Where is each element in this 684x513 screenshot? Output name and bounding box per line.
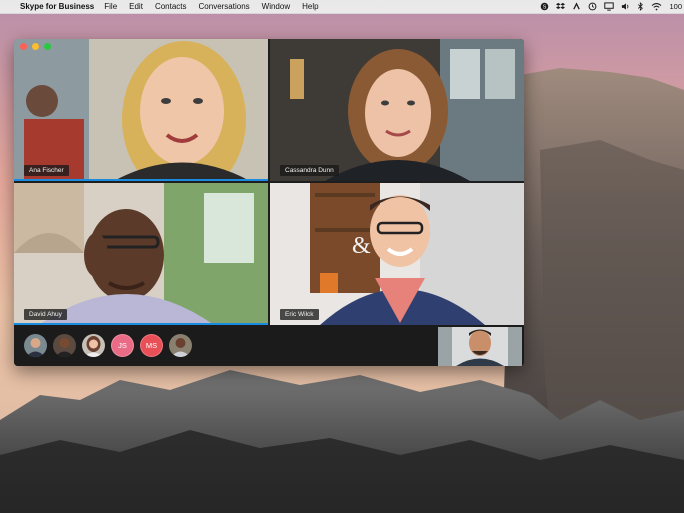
participant-name-2: Cassandra Dunn xyxy=(280,165,339,176)
skype-status-icon[interactable]: S xyxy=(540,2,549,11)
close-window-button[interactable] xyxy=(20,43,27,50)
self-view-feed xyxy=(438,327,522,366)
roster-avatar-2[interactable] xyxy=(53,334,76,357)
self-view-video[interactable] xyxy=(438,327,522,366)
menu-edit[interactable]: Edit xyxy=(129,2,143,11)
wifi-icon[interactable] xyxy=(651,2,662,11)
roster-avatar-6[interactable] xyxy=(169,334,192,357)
participant-name-3: David Ahuy xyxy=(24,309,67,320)
window-controls xyxy=(20,43,51,50)
participant-video-1 xyxy=(14,39,268,181)
avatar-photo-2 xyxy=(53,334,76,357)
avatar-photo-6 xyxy=(169,334,192,357)
dropbox-icon[interactable] xyxy=(556,2,566,11)
roster-avatar-js[interactable]: JS xyxy=(111,334,134,357)
roster-avatar-ms[interactable]: MS xyxy=(140,334,163,357)
display-icon[interactable] xyxy=(604,2,615,11)
fullscreen-window-button[interactable] xyxy=(44,43,51,50)
avatar-photo-3 xyxy=(82,334,105,357)
sync-icon[interactable] xyxy=(572,2,581,11)
menu-window[interactable]: Window xyxy=(262,2,290,11)
minimize-window-button[interactable] xyxy=(32,43,39,50)
bluetooth-icon[interactable] xyxy=(637,2,644,11)
app-name-menu[interactable]: Skype for Business xyxy=(20,2,94,11)
video-tile-3[interactable]: David Ahuy xyxy=(14,183,268,325)
menu-help[interactable]: Help xyxy=(302,2,318,11)
call-window: Ana Fischer Cassandra Dunn David Ahuy & … xyxy=(14,39,524,366)
roster-avatar-3[interactable] xyxy=(82,334,105,357)
menu-file[interactable]: File xyxy=(104,2,117,11)
participant-name-1: Ana Fischer xyxy=(24,165,69,176)
battery-percent: 100 xyxy=(669,2,682,11)
svg-text:&: & xyxy=(352,233,371,259)
status-icons: S 100 xyxy=(540,0,682,13)
video-grid: Ana Fischer Cassandra Dunn David Ahuy & … xyxy=(14,39,524,325)
volume-icon[interactable] xyxy=(621,2,630,11)
time-machine-icon[interactable] xyxy=(588,2,597,11)
video-tile-1[interactable]: Ana Fischer xyxy=(14,39,268,181)
roster-avatar-1[interactable] xyxy=(24,334,47,357)
participant-video-3 xyxy=(14,183,268,325)
avatar-photo-1 xyxy=(24,334,47,357)
participant-video-2 xyxy=(270,39,524,181)
participant-video-4: & xyxy=(270,183,524,325)
menu-bar: Skype for Business File Edit Contacts Co… xyxy=(0,0,684,14)
video-tile-4[interactable]: & Eric Wilck xyxy=(270,183,524,325)
video-tile-2[interactable]: Cassandra Dunn xyxy=(270,39,524,181)
participant-name-4: Eric Wilck xyxy=(280,309,319,320)
menu-conversations[interactable]: Conversations xyxy=(199,2,250,11)
svg-text:S: S xyxy=(543,5,547,11)
menu-contacts[interactable]: Contacts xyxy=(155,2,187,11)
